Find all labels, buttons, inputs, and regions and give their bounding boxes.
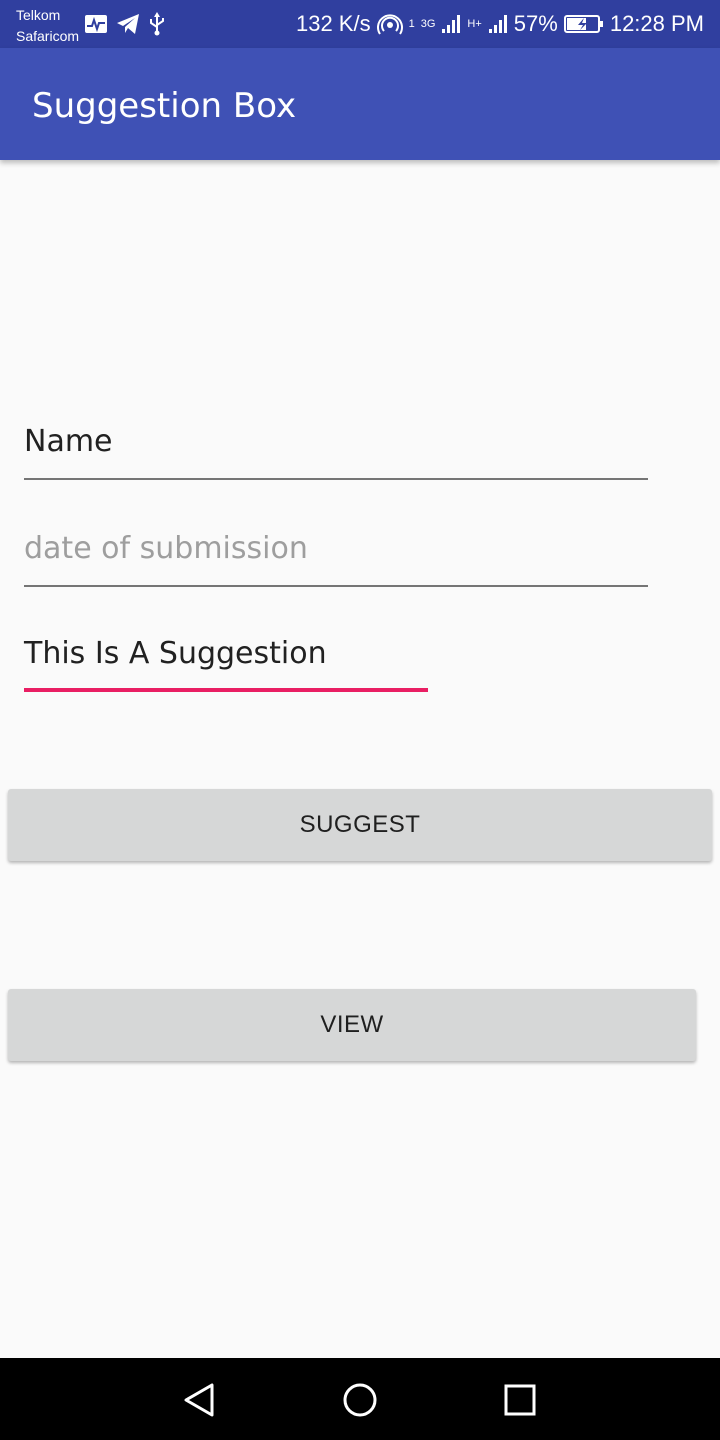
carrier-2: Safaricom	[16, 28, 80, 44]
network-speed: 132 K/s	[295, 11, 371, 36]
date-field-underline	[24, 585, 648, 587]
back-icon[interactable]	[180, 1380, 220, 1420]
status-right: 132 K/s 1 3G H+ 57% 12:28 PM	[296, 0, 704, 48]
recents-icon[interactable]	[500, 1380, 540, 1420]
suggestion-field-underline	[24, 688, 428, 692]
suggestion-field-text: This Is A Suggestion	[24, 636, 327, 671]
name-field-underline	[24, 478, 648, 480]
signal-icon	[488, 14, 508, 34]
carrier-1: Telkom	[16, 7, 61, 23]
hotspot-icon	[376, 12, 403, 36]
navigation-bar	[0, 1358, 720, 1440]
clock: 12:28 PM	[609, 11, 704, 36]
network-type-3g: 3G	[420, 18, 436, 30]
view-button[interactable]: VIEW	[8, 989, 696, 1061]
battery-charging-icon	[563, 14, 604, 34]
name-field[interactable]: Name	[24, 420, 648, 480]
suggest-button[interactable]: SUGGEST	[8, 789, 712, 861]
app-bar: Suggestion Box	[0, 48, 720, 160]
status-bar: Telkom Safaricom 132 K/s 1 3G H+ 57% 12:…	[0, 0, 720, 48]
name-field-text: Name	[24, 424, 113, 459]
usb-icon	[148, 12, 166, 40]
battery-percent: 57%	[513, 11, 558, 36]
date-field[interactable]: date of submission	[24, 527, 648, 587]
carrier-names: Telkom Safaricom	[16, 5, 79, 47]
date-field-placeholder: date of submission	[24, 531, 308, 566]
network-type-hplus: H+	[467, 18, 482, 30]
notification-icons	[84, 12, 166, 40]
signal-icon	[441, 14, 461, 34]
telegram-icon	[116, 13, 140, 39]
activity-icon	[84, 14, 108, 38]
home-icon[interactable]	[340, 1380, 380, 1420]
page-title: Suggestion Box	[32, 86, 297, 126]
sim1-label: 1	[408, 18, 415, 30]
suggestion-field[interactable]: This Is A Suggestion	[24, 632, 428, 692]
